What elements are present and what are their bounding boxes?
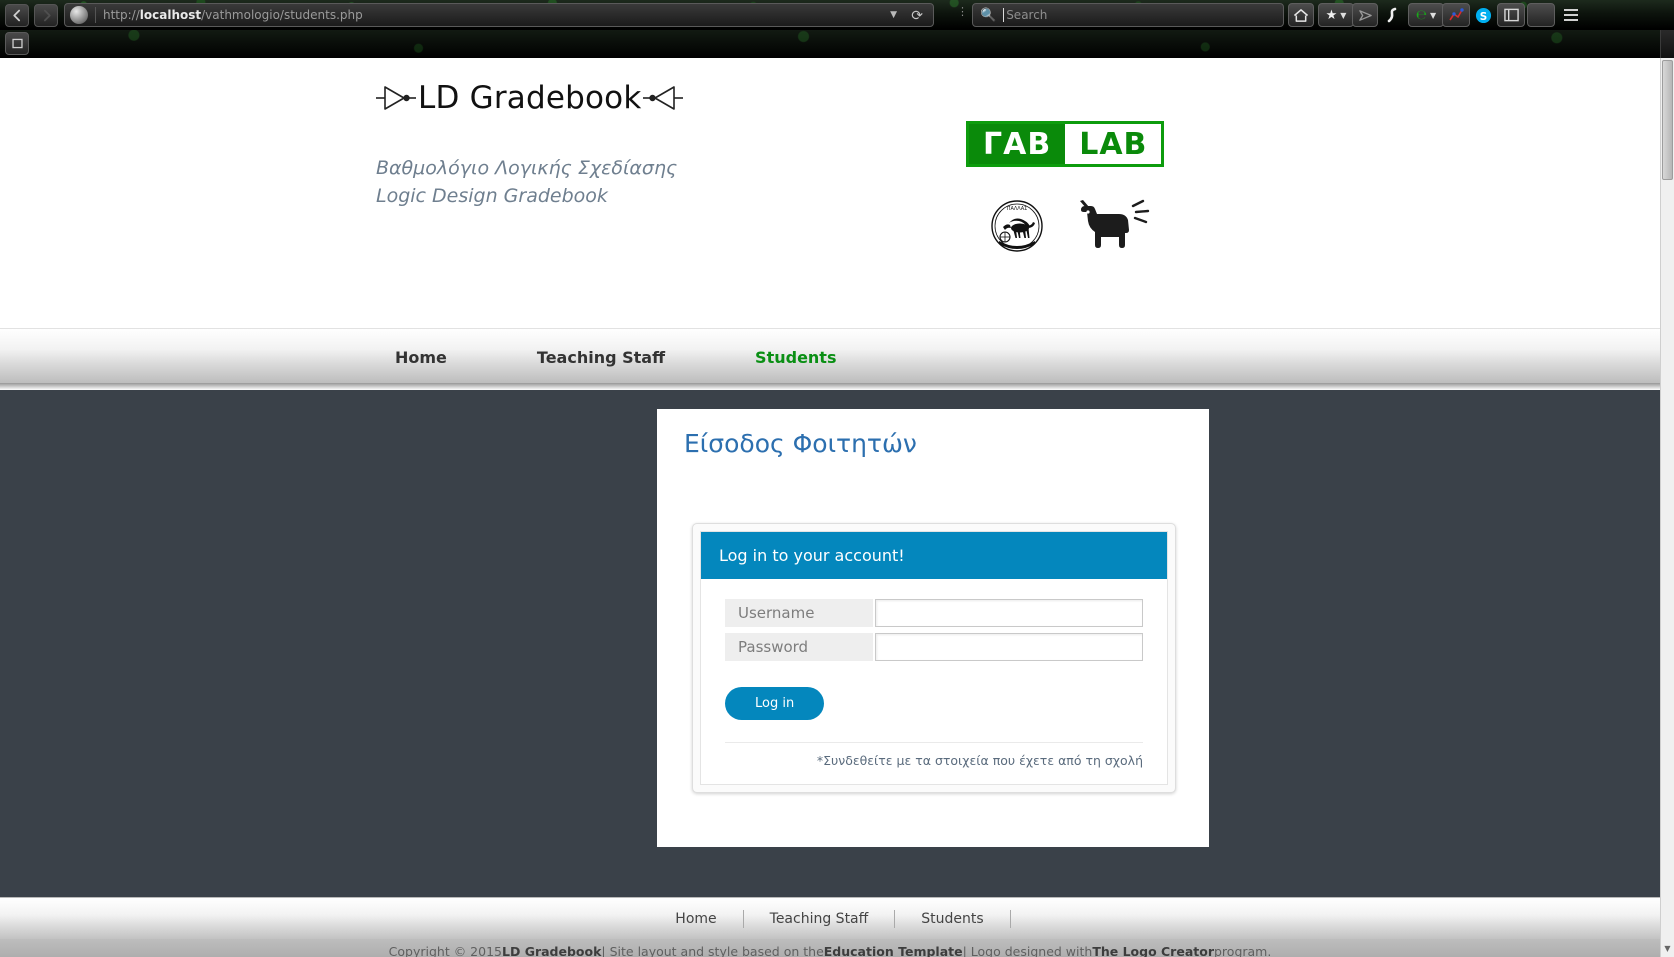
browser-tab-strip xyxy=(0,30,1674,58)
not-gate-icon xyxy=(643,86,684,110)
subtitle-english: Logic Design Gradebook xyxy=(376,184,608,207)
copyright-text-1: Copyright © 2015 xyxy=(388,943,502,957)
analytics-icon[interactable] xyxy=(1442,3,1470,27)
subtitle-greek: Βαθμολόγιο Λογικής Σχεδίασης xyxy=(376,157,678,179)
search-bar[interactable]: 🔍 Search xyxy=(972,3,1284,27)
login-note-area: *Συνδεθείτε με τα στοιχεία που έχετε από… xyxy=(725,742,1143,768)
main-content-area: Είσοδος Φοιτητών Log in to your account!… xyxy=(0,390,1660,897)
reload-icon[interactable]: ⟳ xyxy=(911,7,923,25)
nav-list: Home Teaching Staff Students xyxy=(0,329,1660,385)
scrollbar-top-cap xyxy=(1660,30,1674,58)
logo-text: LD Gradebook xyxy=(418,80,642,116)
nav-item-teaching-staff[interactable]: Teaching Staff xyxy=(537,348,665,367)
bookmark-star-icon[interactable]: ★ ▼ xyxy=(1318,3,1354,27)
footer-divider xyxy=(1009,909,1011,928)
footer-navigation: Home Teaching Staff Students xyxy=(0,897,1660,939)
footer-nav-list: Home Teaching Staff Students xyxy=(649,909,1011,928)
university-seal-icon: ΠΑΛΛΑΣ xyxy=(991,200,1043,252)
password-input-wrap[interactable] xyxy=(875,633,1143,661)
site-logo[interactable]: LD Gradebook xyxy=(376,80,684,116)
page-content: LD Gradebook Βαθμολόγιο Λογικής Σχεδίαση… xyxy=(0,58,1660,957)
login-note: *Συνδεθείτε με τα στοιχεία που έχετε από… xyxy=(816,753,1143,768)
site-subtitle: Βαθμολόγιο Λογικής Σχεδίασης Logic Desig… xyxy=(376,155,677,210)
scrollbar-thumb[interactable] xyxy=(1662,60,1673,180)
url-text: http://localhost/vathmologio/students.ph… xyxy=(103,8,363,22)
nav-link-students[interactable]: Students xyxy=(755,348,836,367)
evernote-icon[interactable]: ℮ ▼ xyxy=(1408,3,1444,27)
nav-link-teaching-staff[interactable]: Teaching Staff xyxy=(537,348,665,367)
chrome-texture-2 xyxy=(0,30,1674,56)
search-placeholder-text: Search xyxy=(1006,8,1048,22)
footer-link-teaching-staff[interactable]: Teaching Staff xyxy=(744,911,895,927)
gablab-logo[interactable]: ΓΑΒ LAB xyxy=(966,121,1165,167)
url-prefix: http:// xyxy=(103,8,140,22)
password-row: Password xyxy=(725,633,1143,661)
new-tab-icon[interactable] xyxy=(5,32,29,55)
chevron-down-icon: ▼ xyxy=(1429,10,1437,20)
copyright-text-3: | Logo designed with xyxy=(962,943,1093,957)
svg-text:S: S xyxy=(1479,10,1486,22)
url-dropdown-icon[interactable]: ▼ xyxy=(890,10,897,20)
logo-title: LD Gradebook xyxy=(376,80,684,116)
barking-dog-icon xyxy=(1080,199,1150,248)
home-icon[interactable] xyxy=(1288,3,1314,27)
login-form-body: Username Password Log in *Συνδεθείτε με … xyxy=(701,579,1167,784)
login-submit-button[interactable]: Log in xyxy=(725,687,825,720)
sidebar-panel-icon[interactable] xyxy=(1497,3,1525,27)
forward-arrow-icon xyxy=(43,9,51,22)
username-input-wrap[interactable] xyxy=(875,599,1143,627)
password-label: Password xyxy=(725,633,873,661)
back-arrow-icon xyxy=(12,9,20,22)
content-panel: Είσοδος Φοιτητών Log in to your account!… xyxy=(657,409,1209,847)
username-input[interactable] xyxy=(876,600,1142,626)
login-form: Log in to your account! Username Passwor… xyxy=(700,531,1168,785)
copyright-creator-link[interactable]: The Logo Creator xyxy=(1092,944,1214,957)
url-bar[interactable]: http://localhost/vathmologio/students.ph… xyxy=(64,3,934,27)
copyright-text-2: | Site layout and style based on the xyxy=(601,943,824,957)
footer-link-home[interactable]: Home xyxy=(649,911,742,927)
search-icon: 🔍 xyxy=(980,7,997,23)
scrollbar-down-arrow[interactable]: ▼ xyxy=(1662,943,1673,955)
url-host: localhost xyxy=(139,8,202,22)
nav-item-home[interactable]: Home xyxy=(395,348,447,367)
pocket-icon[interactable] xyxy=(1352,3,1378,27)
search-caret xyxy=(1003,8,1005,22)
site-identity-globe-icon xyxy=(70,6,88,24)
username-label: Username xyxy=(725,599,873,627)
copyright-text-4: program. xyxy=(1214,943,1272,957)
page-viewport: LD Gradebook Βαθμολόγιο Λογικής Σχεδίαση… xyxy=(0,58,1674,957)
svg-text:ΠΑΛΛΑΣ: ΠΑΛΛΑΣ xyxy=(1007,206,1028,212)
password-input[interactable] xyxy=(876,634,1142,660)
page-scrollbar[interactable]: ▼ xyxy=(1660,58,1674,957)
s-curve-icon[interactable] xyxy=(1380,3,1404,27)
login-form-heading: Log in to your account! xyxy=(701,532,1167,579)
main-navigation: Home Teaching Staff Students xyxy=(0,328,1660,384)
gablab-left-text: ΓΑΒ xyxy=(969,124,1066,164)
browser-toolbar: http://localhost/vathmologio/students.ph… xyxy=(0,0,1674,30)
url-path: /vathmologio/students.php xyxy=(201,8,363,22)
forward-button[interactable] xyxy=(34,4,58,27)
copyright-brand: LD Gradebook xyxy=(502,943,602,957)
footer-link-students[interactable]: Students xyxy=(895,911,1009,927)
skype-icon[interactable]: S xyxy=(1470,3,1496,27)
hamburger-menu-icon[interactable] xyxy=(1558,3,1584,27)
gablab-right-text: LAB xyxy=(1065,124,1162,164)
login-form-container: Log in to your account! Username Passwor… xyxy=(692,523,1176,793)
chevron-down-icon: ▼ xyxy=(1340,10,1347,20)
toolbar-grip: ⋮ xyxy=(957,5,968,18)
nav-link-home[interactable]: Home xyxy=(395,348,447,367)
blank-icon[interactable] xyxy=(1527,3,1555,27)
page-title: Είσοδος Φοιτητών xyxy=(684,429,917,458)
back-button[interactable] xyxy=(5,4,29,27)
copyright-bar: Copyright © 2015 LD Gradebook | Site lay… xyxy=(0,939,1660,957)
username-row: Username xyxy=(725,599,1143,627)
not-gate-icon xyxy=(376,86,416,110)
copyright-template-link[interactable]: Education Template xyxy=(824,944,963,957)
nav-item-students[interactable]: Students xyxy=(755,348,836,367)
url-separator xyxy=(95,7,96,23)
site-header: LD Gradebook Βαθμολόγιο Λογικής Σχεδίαση… xyxy=(0,58,1660,328)
